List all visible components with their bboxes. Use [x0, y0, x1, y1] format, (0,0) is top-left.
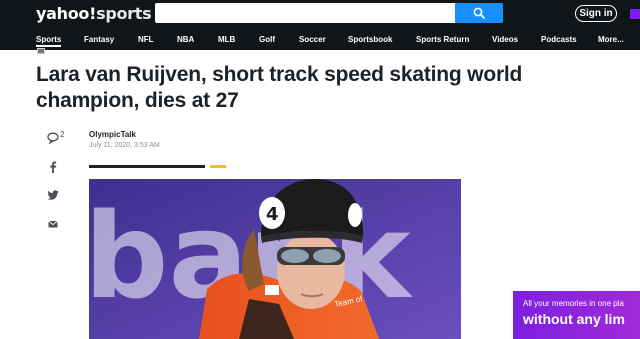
nav-item-sports-return[interactable]: Sports Return [416, 35, 469, 44]
twitter-icon[interactable] [46, 188, 60, 202]
nav-item-podcasts[interactable]: Podcasts [541, 35, 577, 44]
nav-item-nfl[interactable]: NFL [138, 35, 154, 44]
facebook-icon[interactable] [46, 160, 60, 174]
nav-item-videos[interactable]: Videos [492, 35, 518, 44]
mail-shortcut-icon[interactable] [630, 9, 640, 19]
thumbnail-icon [37, 48, 45, 54]
nav-item-sportsbook[interactable]: Sportsbook [348, 35, 392, 44]
advertisement-banner[interactable]: All your memories in one pla without any… [513, 291, 640, 339]
yahoo-sports-logo[interactable]: yahoo!sports [36, 4, 152, 23]
byline-divider [89, 165, 205, 168]
nav-item-sports[interactable]: Sports [36, 35, 62, 47]
mail-icon[interactable] [46, 217, 60, 231]
hero-image[interactable]: bank Team of 4 [89, 179, 461, 339]
byline-accent [210, 165, 226, 168]
comment-icon[interactable] [46, 131, 60, 145]
ad-text-line1: All your memories in one pla [523, 299, 624, 308]
helmet-number: 4 [266, 204, 279, 225]
logo-sub: sports [96, 4, 152, 23]
top-header: yahoo!sports Sign in [0, 0, 640, 30]
ad-text-line2: without any lim [523, 311, 625, 327]
logo-text: yahoo! [36, 4, 97, 23]
search-icon [473, 7, 485, 19]
article-date: July 11, 2020, 3:53 AM [89, 142, 160, 149]
article-headline: Lara van Ruijven, short track speed skat… [36, 63, 523, 112]
sign-in-button[interactable]: Sign in [575, 5, 617, 22]
nav-item-nba[interactable]: NBA [177, 35, 194, 44]
search-input[interactable] [155, 3, 455, 23]
nav-item-golf[interactable]: Golf [259, 35, 275, 44]
nav-item-mlb[interactable]: MLB [218, 35, 235, 44]
nav-item-soccer[interactable]: Soccer [299, 35, 326, 44]
nav-item-more[interactable]: More... [598, 35, 624, 44]
article-author[interactable]: OlympicTalk [89, 130, 136, 139]
sports-nav: Sports Fantasy NFL NBA MLB Golf Soccer S… [0, 30, 640, 50]
nav-item-fantasy[interactable]: Fantasy [84, 35, 114, 44]
search-button[interactable] [455, 3, 503, 23]
comment-count[interactable]: 2 [60, 130, 64, 139]
